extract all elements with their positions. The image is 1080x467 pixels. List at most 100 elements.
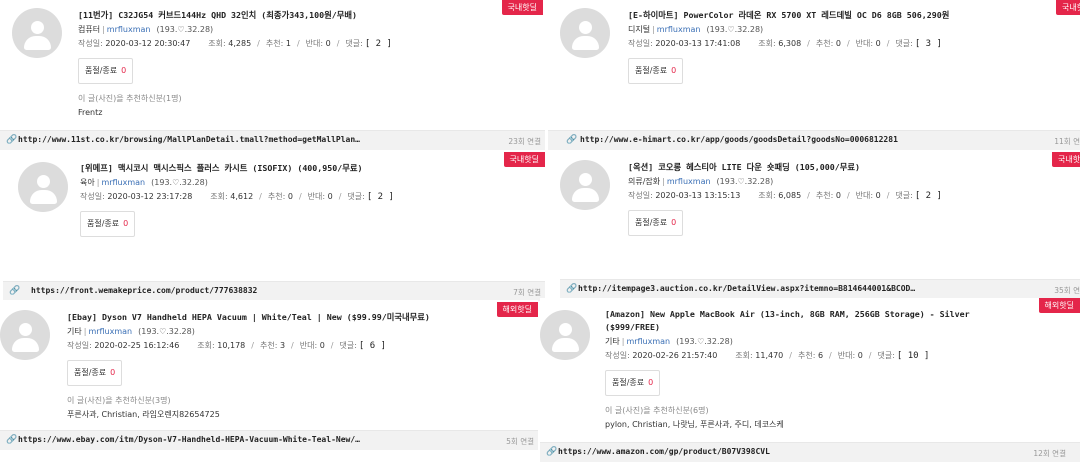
sold-out-button[interactable]: 품절/종료 0 — [605, 370, 661, 396]
post-ip: (193.♡.32.28) — [676, 337, 733, 346]
post-category[interactable]: 컴퓨터 — [78, 25, 100, 34]
sold-out-button[interactable]: 품절/종료 0 — [78, 58, 134, 84]
post-content: [Amazon] New Apple MacBook Air (13-inch,… — [605, 308, 1020, 431]
post-content: [옥션] 코오롱 헤스티아 LITE 다운 숏패딩 (105,000/무료) 의… — [628, 161, 1020, 236]
hotdeal-post: [Ebay] Dyson V7 Handheld HEPA Vacuum | W… — [0, 300, 538, 467]
deal-link-bar: 🔗 https://front.wemakeprice.com/product/7… — [3, 281, 545, 301]
post-comment-count[interactable]: [ 2 ] — [367, 192, 394, 202]
post-title[interactable]: [11번가] C32JG54 커브드144Hz QHD 32인치 (최종가343… — [78, 9, 485, 22]
user-silhouette-icon — [579, 21, 592, 34]
post-info: 육아 | mrfluxman (193.♡.32.28) — [80, 178, 208, 187]
post-ip: (193.♡.32.28) — [156, 25, 214, 34]
post-comment-count[interactable]: [ 6 ] — [359, 341, 386, 351]
post-content: [Ebay] Dyson V7 Handheld HEPA Vacuum | W… — [67, 311, 478, 421]
sold-out-count: 0 — [123, 219, 129, 228]
post-dislikes: 0 — [875, 191, 881, 200]
link-hits: 35회 연 — [1054, 286, 1080, 295]
post-author[interactable]: mrfluxman — [107, 25, 151, 34]
deal-link[interactable]: https://www.ebay.com/itm/Dyson-V7-Handhe… — [18, 435, 360, 444]
post-dislikes: 0 — [857, 351, 863, 360]
post-comment-count[interactable]: [ 2 ] — [365, 39, 392, 49]
post-dislikes: 0 — [875, 39, 881, 48]
deal-link[interactable]: https://www.amazon.com/gp/product/B07V39… — [558, 447, 770, 456]
sold-out-count: 0 — [648, 378, 654, 387]
post-comment-count[interactable]: [ 10 ] — [897, 351, 930, 361]
user-silhouette-icon — [579, 173, 592, 186]
post-content: [11번가] C32JG54 커브드144Hz QHD 32인치 (최종가343… — [78, 9, 485, 119]
post-date: 2020-03-13 17:41:08 — [655, 39, 741, 48]
post-stats: 작성일: 2020-02-26 21:57:40 조회: 11,470/추천: 6… — [605, 351, 930, 361]
post-author[interactable]: mrfluxman — [667, 177, 711, 186]
post-stats: 작성일: 2020-03-13 17:41:08 조회: 6,308/추천: 0/… — [628, 39, 942, 49]
paperclip-icon: 🔗 — [9, 286, 21, 296]
paperclip-icon: 🔗 — [546, 447, 558, 457]
category-badge[interactable]: 해외핫딜 — [496, 302, 538, 317]
post-content: [위메프] 맥시코시 맥시스픽스 플러스 카시트 (ISOFIX) (400,9… — [80, 162, 485, 237]
category-badge[interactable]: 국내핫딜 — [501, 0, 543, 15]
post-category[interactable]: 디지털 — [628, 25, 650, 34]
deal-link[interactable]: http://www.11st.co.kr/browsing/MallPlanD… — [18, 135, 360, 144]
post-date: 2020-02-25 16:12:46 — [94, 341, 180, 350]
post-title-continued[interactable]: ($999/FREE) — [605, 321, 1020, 334]
category-badge[interactable]: 해외핫딜 — [1038, 298, 1080, 313]
category-badge[interactable]: 국내핫딜 — [1052, 152, 1080, 167]
post-likes: 6 — [817, 351, 824, 360]
post-stats: 작성일: 2020-03-12 23:17:28 조회: 4,612/추천: 0/… — [80, 192, 394, 202]
post-author[interactable]: mrfluxman — [101, 178, 145, 187]
post-category[interactable]: 기타 — [67, 327, 82, 336]
user-silhouette-icon — [37, 175, 50, 188]
avatar[interactable] — [0, 310, 50, 360]
post-dislikes: 0 — [327, 192, 333, 201]
link-hits: 23회 연결 — [508, 137, 541, 146]
deal-link-bar: 🔗 https://www.amazon.com/gp/product/B07V3… — [540, 442, 1080, 462]
sold-out-button[interactable]: 품절/종료 0 — [80, 211, 136, 237]
hotdeal-post: [옥션] 코오롱 헤스티아 LITE 다운 숏패딩 (105,000/무료) 의… — [548, 152, 1080, 299]
sold-out-button[interactable]: 품절/종료 0 — [67, 360, 123, 386]
deal-link[interactable]: http://www.e-himart.co.kr/app/goods/good… — [580, 135, 898, 144]
post-comment-count[interactable]: [ 3 ] — [915, 39, 942, 49]
link-hits: 11회 연 — [1054, 137, 1080, 146]
post-category[interactable]: 의류/잡화 — [628, 177, 660, 186]
post-category[interactable]: 육아 — [80, 178, 95, 187]
avatar[interactable] — [12, 8, 62, 58]
post-author[interactable]: mrfluxman — [626, 337, 670, 346]
post-likes: 0 — [835, 39, 841, 48]
post-author[interactable]: mrfluxman — [657, 25, 701, 34]
avatar[interactable] — [18, 162, 68, 212]
post-title[interactable]: [E-하이마트] PowerColor 라데온 RX 5700 XT 레드데빌 … — [628, 9, 1020, 22]
hotdeal-post: [E-하이마트] PowerColor 라데온 RX 5700 XT 레드데빌 … — [548, 0, 1080, 150]
post-likes: 1 — [285, 39, 291, 48]
post-views: 4,285 — [228, 39, 252, 48]
post-author[interactable]: mrfluxman — [88, 327, 132, 336]
avatar[interactable] — [560, 8, 610, 58]
post-info: 기타 | mrfluxman (193.♡.32.28) — [67, 327, 195, 336]
deal-link[interactable]: https://front.wemakeprice.com/product/77… — [31, 286, 257, 295]
post-ip: (193.♡.32.28) — [151, 178, 208, 187]
sold-out-button[interactable]: 품절/종료 0 — [628, 58, 684, 84]
hotdeal-post: [11번가] C32JG54 커브드144Hz QHD 32인치 (최종가343… — [0, 0, 545, 150]
post-category[interactable]: 기타 — [605, 337, 620, 346]
post-content: [E-하이마트] PowerColor 라데온 RX 5700 XT 레드데빌 … — [628, 9, 1020, 84]
post-dislikes: 0 — [319, 341, 325, 350]
post-title[interactable]: [옥션] 코오롱 헤스티아 LITE 다운 숏패딩 (105,000/무료) — [628, 161, 1020, 174]
post-title[interactable]: [Ebay] Dyson V7 Handheld HEPA Vacuum | W… — [67, 311, 478, 324]
sold-out-button[interactable]: 품절/종료 0 — [628, 210, 684, 236]
sold-out-count: 0 — [671, 218, 677, 227]
post-likes: 0 — [835, 191, 841, 200]
category-badge[interactable]: 국내핫딜 — [503, 152, 545, 167]
post-stats: 작성일: 2020-03-13 13:15:13 조회: 6,085/추천: 0/… — [628, 191, 942, 201]
recommenders-list: 푸른사과, Christian, 라임오렌지82654725 — [67, 410, 220, 419]
post-ip: (193.♡.32.28) — [706, 25, 764, 34]
post-views: 6,085 — [778, 191, 802, 200]
deal-link[interactable]: http://itempage3.auction.co.kr/DetailVie… — [578, 284, 915, 293]
post-views: 11,470 — [755, 351, 784, 360]
post-comment-count[interactable]: [ 2 ] — [915, 191, 942, 201]
sold-out-count: 0 — [121, 66, 127, 75]
category-badge[interactable]: 국내핫딜 — [1056, 0, 1080, 15]
post-ip: (193.♡.32.28) — [716, 177, 774, 186]
post-views: 10,178 — [217, 341, 246, 350]
avatar[interactable] — [540, 310, 590, 360]
avatar[interactable] — [560, 160, 610, 210]
post-title[interactable]: [Amazon] New Apple MacBook Air (13-inch,… — [605, 308, 1020, 321]
post-title[interactable]: [위메프] 맥시코시 맥시스픽스 플러스 카시트 (ISOFIX) (400,9… — [80, 162, 485, 175]
